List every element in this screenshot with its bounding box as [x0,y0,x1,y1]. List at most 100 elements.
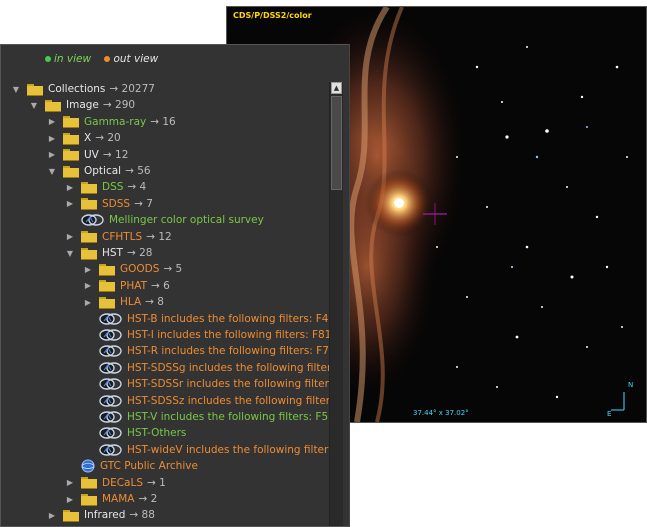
folder-icon [63,133,79,144]
hips-icon [99,410,123,424]
hips-icon [99,361,123,375]
tree-item-label: Optical [84,165,121,177]
hips-icon [99,377,123,391]
tree-item-count: → 16 [150,116,176,128]
expand-arrow-icon[interactable]: ▶ [65,232,75,241]
tree-item-label: UV [84,149,99,161]
tree-row[interactable]: ▶ PHAT → 6 [83,278,170,294]
tree-row[interactable]: HST-SDSSg includes the following filters… [83,360,340,376]
hips-icon [99,344,123,358]
tree-item-label: HST [102,247,123,259]
tree-item-count: → 5 [163,263,182,275]
tree-item-label: HST-V includes the following filters: F5… [127,411,342,423]
collapse-arrow-icon[interactable]: ▼ [47,167,57,176]
expand-arrow-icon[interactable]: ▶ [65,183,75,192]
folder-icon [63,166,79,177]
folder-icon [81,182,97,193]
tree-row[interactable]: HST-Others [83,425,186,441]
tree-row[interactable]: HST-V includes the following filters: F5… [83,409,342,425]
hips-icon [99,443,123,457]
tree-item-count: → 56 [125,165,151,177]
tree-item-count: → 12 [103,149,129,161]
folder-icon [81,494,97,505]
collapse-arrow-icon[interactable]: ▼ [29,101,39,110]
tree-item-label: CFHTLS [102,231,142,243]
tree-item-label: PHAT [120,280,147,292]
expand-arrow-icon[interactable]: ▶ [65,478,75,487]
tree-item-label: Infrared [84,509,125,521]
expand-arrow-icon[interactable]: ▶ [83,265,93,274]
folder-icon [81,477,97,488]
tree-row[interactable]: ▶DECaLS→ 1 [65,475,166,491]
tree-row[interactable]: HST-B includes the following filters: F4… [83,311,342,327]
survey-label: CDS/P/DSS2/color [233,11,312,20]
hips-hierarchy-panel: in view out view ▼Collections→ 20277▼Ima… [0,44,350,527]
tree-item-count: → 20277 [109,83,155,95]
tree-item-count: → 2 [138,493,157,505]
tree-item-label: HST-B includes the following filters: F4… [127,313,342,325]
tree-item-label: GOODS [120,263,159,275]
compass-north-label: N [628,381,633,389]
expand-arrow-icon[interactable]: ▶ [83,298,93,307]
tree-row[interactable]: ▶MAMA→ 2 [65,491,157,507]
tree-row[interactable]: ▶Gamma-ray→ 16 [47,114,176,130]
tree-row[interactable]: ▶HLA→ 8 [83,294,164,310]
tree-item-label: HST-wideV includes the following filters… [127,444,337,456]
in-view-dot-icon [45,56,51,62]
tree-item-count: → 6 [151,280,170,292]
tree-item-count: → 20 [95,132,121,144]
tree-row[interactable]: Mellinger color optical survey [65,212,264,228]
expand-arrow-icon[interactable]: ▶ [65,495,75,504]
tree-item-count: → 4 [127,181,146,193]
expand-arrow-icon[interactable]: ▶ [47,150,57,159]
tree-row[interactable]: ▶DSS→ 4 [65,179,146,195]
tree-item-label: HST-SDSSg includes the following filters… [127,362,340,374]
scroll-thumb[interactable] [331,96,342,190]
tree-row[interactable]: HST-I includes the following filters: F8… [83,327,338,343]
tree-item-label: Image [66,99,99,111]
tree-row[interactable]: ▼Collections→ 20277 [11,81,155,97]
folder-icon [63,510,79,521]
expand-arrow-icon[interactable]: ▶ [47,134,57,143]
tree-scrollbar[interactable]: ▲ [329,82,343,526]
folder-icon [63,149,79,160]
tree-item-label: HST-I includes the following filters: F8… [127,329,338,341]
fov-label: 37.44° x 37.02° [413,409,469,417]
tree-row[interactable]: ▼ HST → 28 [65,245,152,261]
tree-row[interactable]: GTC Public Archive [65,458,198,474]
tree-item-count: → 12 [146,231,172,243]
expand-arrow-icon[interactable]: ▶ [47,511,57,520]
expand-arrow-icon[interactable]: ▶ [65,199,75,208]
scroll-up-button[interactable]: ▲ [331,82,342,94]
tree-item-label: HST-SDSSr includes the following filters… [127,378,338,390]
globe-icon [81,459,95,473]
tree-item-label: HST-R includes the following filters: F7… [127,345,342,357]
tree-row[interactable]: ▶ CFHTLS → 12 [65,229,172,245]
tree-row[interactable]: ▼ Optical → 56 [47,163,151,179]
tree-item-label: HST-SDSSz includes the following filters… [127,395,339,407]
folder-icon [99,297,115,308]
tree-row[interactable]: ▶Infrared→ 88 [47,507,155,523]
tree-row[interactable]: ▼Image→ 290 [29,97,135,113]
hips-icon [99,312,123,326]
collapse-arrow-icon[interactable]: ▼ [65,249,75,258]
tree-row[interactable]: HST-SDSSr includes the following filters… [83,376,338,392]
tree-row[interactable]: HST-R includes the following filters: F7… [83,343,342,359]
collapse-arrow-icon[interactable]: ▼ [11,85,21,94]
tree-row[interactable]: ▶ GOODS → 5 [83,261,182,277]
expand-arrow-icon[interactable]: ▶ [47,117,57,126]
hips-icon [99,328,123,342]
tree-item-label: GTC Public Archive [100,460,198,472]
tree-row[interactable]: HST-wideV includes the following filters… [83,442,337,458]
tree-row[interactable]: ▶SDSS→ 7 [65,196,153,212]
folder-icon [99,264,115,275]
folder-icon [27,84,43,95]
expand-arrow-icon[interactable]: ▶ [83,281,93,290]
tree-item-count: → 7 [134,198,153,210]
tree-item-count: → 8 [145,296,164,308]
in-view-label: in view [54,53,91,65]
tree-row[interactable]: ▶X→ 20 [47,130,121,146]
tree-row[interactable]: HST-SDSSz includes the following filters… [83,393,339,409]
tree-row[interactable]: ▶ UV → 12 [47,147,128,163]
tree-item-count: → 28 [127,247,153,259]
